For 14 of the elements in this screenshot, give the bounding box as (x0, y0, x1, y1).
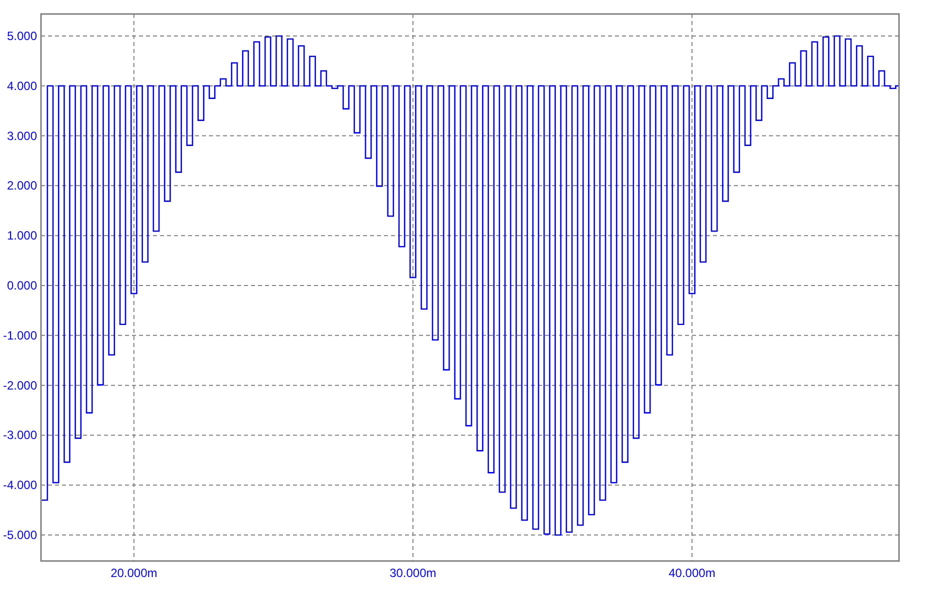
y-axis-tick-label: -5.000 (2, 528, 37, 542)
y-axis-tick-label: 3.000 (6, 128, 37, 143)
x-axis-tick-label: 20.000m (110, 566, 158, 580)
y-axis-tick-label: 2.000 (6, 178, 37, 193)
y-axis-tick-label: -1.000 (2, 328, 37, 342)
y-axis-tick-label: 1.000 (6, 228, 37, 243)
x-axis-tick-label: 30.000m (390, 566, 436, 580)
y-axis-tick-label: -2.000 (2, 378, 37, 392)
y-axis-tick-label: -3.000 (2, 428, 37, 442)
y-axis-tick-label: 5.000 (6, 28, 37, 43)
y-axis-tick-label: 4.000 (6, 78, 37, 93)
x-axis-tick-label: 40.000m (668, 566, 716, 580)
y-axis-tick-label: 0.000 (6, 278, 37, 292)
y-axis-tick-label: -4.000 (2, 478, 37, 492)
